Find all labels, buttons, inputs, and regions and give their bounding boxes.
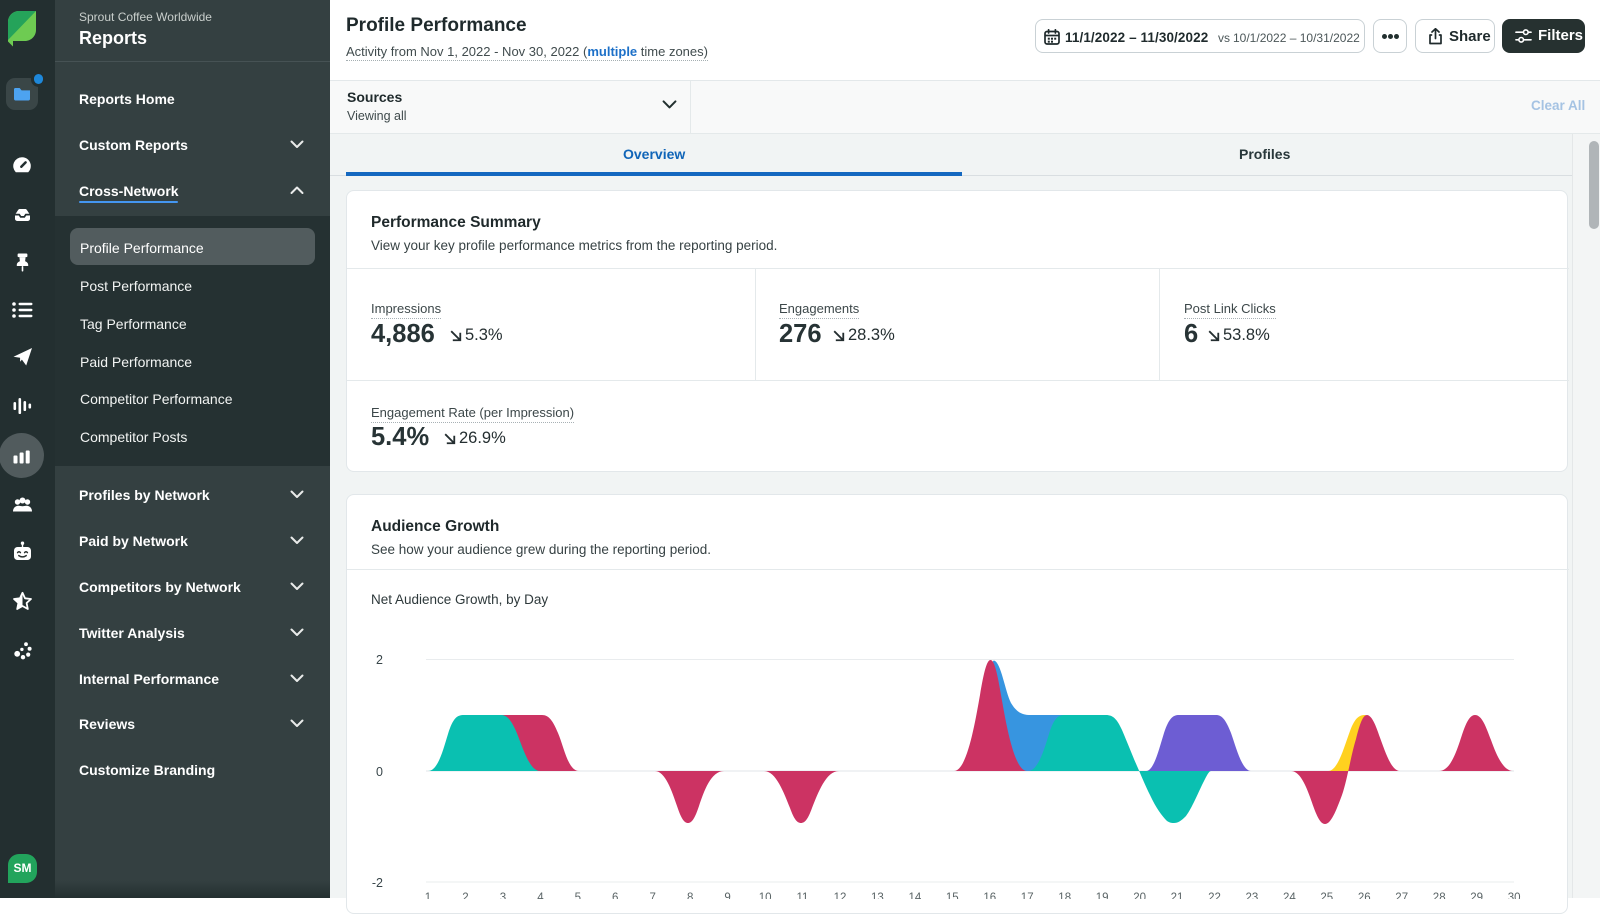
svg-text:2: 2: [376, 653, 383, 667]
svg-text:0: 0: [376, 765, 383, 779]
svg-text:-2: -2: [372, 876, 383, 890]
